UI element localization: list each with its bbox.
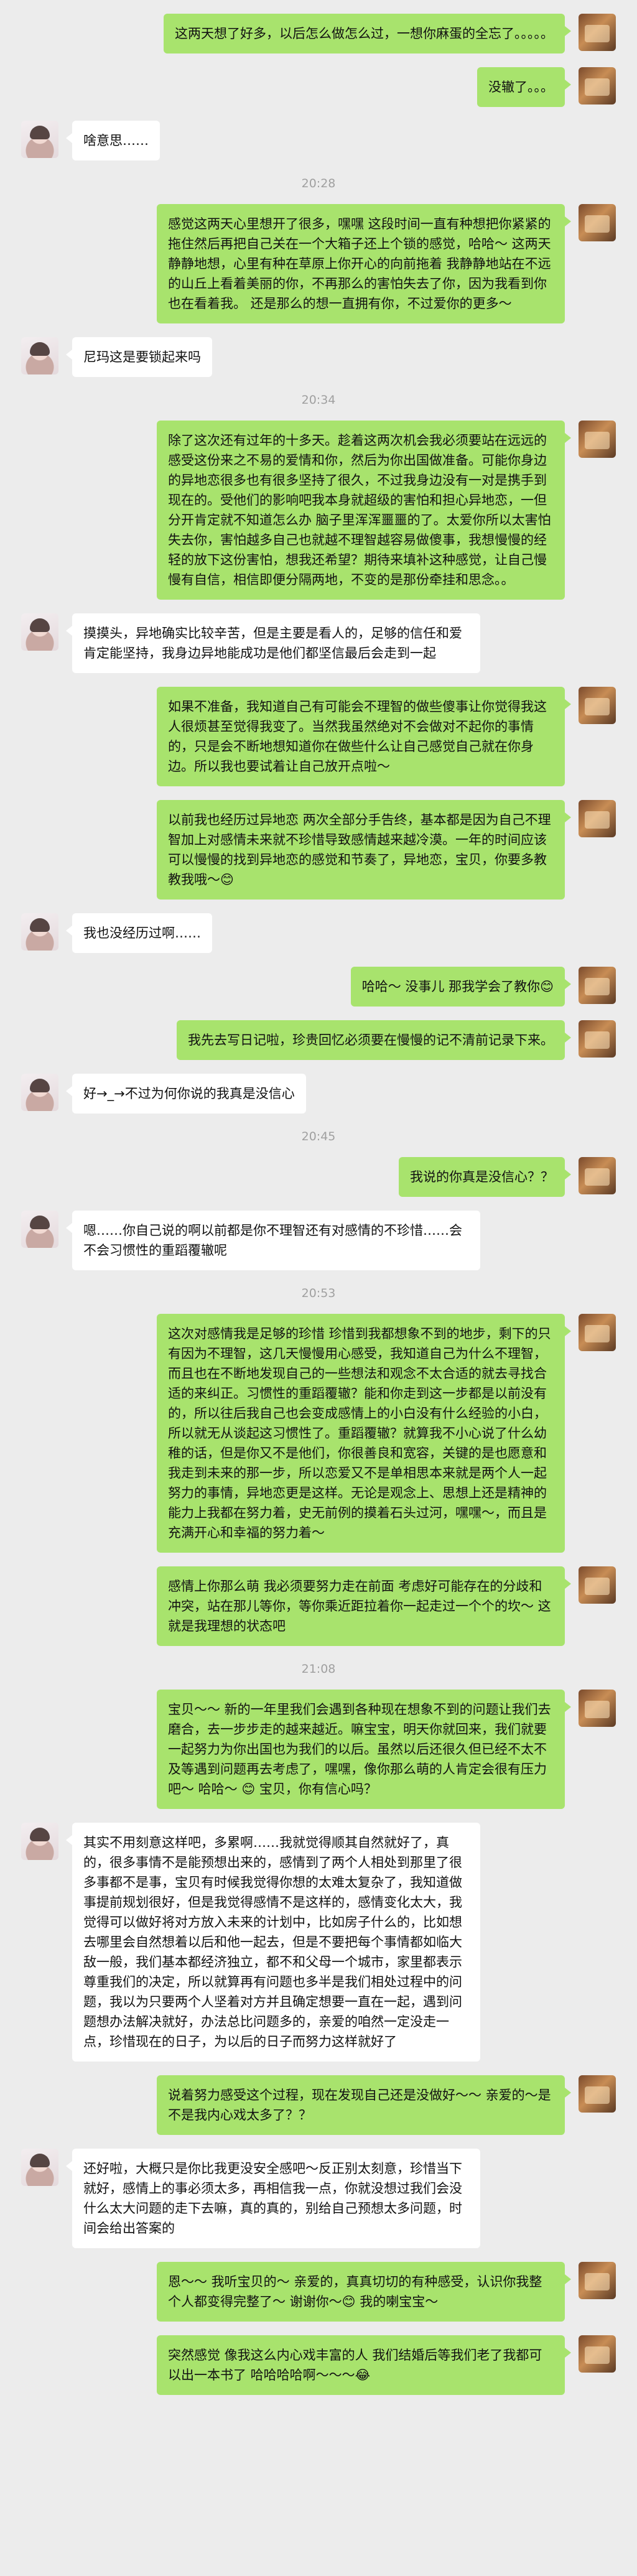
message-bubble[interactable]: 我也没经历过啊……	[66, 913, 212, 953]
outgoing-message: 感觉这两天心里想开了很多，嘿嘿 这段时间一直有种想把你紧紧的拖住然后再把自己关在…	[21, 204, 616, 323]
chat-history[interactable]: 这两天想了好多，以后怎么做怎么过，一想你麻蛋的全忘了。。。。。没辙了。。。啥意思…	[0, 0, 637, 2576]
outgoing-message: 这次对感情我是足够的珍惜 珍惜到我都想象不到的地步，剩下的只有因为不理智，这几天…	[21, 1314, 616, 1553]
incoming-message: 我也没经历过啊……	[21, 913, 616, 953]
my-avatar[interactable]	[579, 1157, 616, 1194]
my-avatar[interactable]	[579, 800, 616, 837]
outgoing-message: 恩～～ 我听宝贝的～ 亲爱的，真真切切的有种感受，认识你我整个人都变得完整了～ …	[21, 2262, 616, 2322]
outgoing-message: 我说的你真是没信心？？	[21, 1157, 616, 1197]
message-bubble[interactable]: 感情上你那么萌 我必须要努力走在前面 考虑好可能存在的分歧和冲突，站在那儿等你，…	[157, 1566, 571, 1646]
outgoing-message: 说着努力感受这个过程，现在发现自己还是没做好～～ 亲爱的～是不是我内心戏太多了？…	[21, 2075, 616, 2135]
message-bubble[interactable]: 这次对感情我是足够的珍惜 珍惜到我都想象不到的地步，剩下的只有因为不理智，这几天…	[157, 1314, 571, 1553]
outgoing-message: 如果不准备，我知道自己有可能会不理智的做些傻事让你觉得我这人很烦甚至觉得我变了。…	[21, 687, 616, 786]
timestamp: 21:08	[301, 1662, 336, 1676]
my-avatar[interactable]	[579, 967, 616, 1004]
contact-avatar[interactable]	[21, 1823, 58, 1860]
message-bubble[interactable]: 好→_→不过为何你说的我真是没信心	[66, 1074, 306, 1114]
incoming-message: 尼玛这是要锁起来吗	[21, 337, 616, 377]
my-avatar[interactable]	[579, 1566, 616, 1604]
outgoing-message: 这两天想了好多，以后怎么做怎么过，一想你麻蛋的全忘了。。。。。	[21, 14, 616, 53]
incoming-message: 其实不用刻意这样吧，多累啊……我就觉得顺其自然就好了，真的，很多事情不是能预想出…	[21, 1823, 616, 2062]
contact-avatar[interactable]	[21, 1211, 58, 1248]
message-bubble[interactable]: 以前我也经历过异地恋 两次全部分手告终，基本都是因为自己不理智加上对感情未来就不…	[157, 800, 571, 900]
my-avatar[interactable]	[579, 204, 616, 241]
message-bubble[interactable]: 恩～～ 我听宝贝的～ 亲爱的，真真切切的有种感受，认识你我整个人都变得完整了～ …	[157, 2262, 571, 2322]
outgoing-message: 以前我也经历过异地恋 两次全部分手告终，基本都是因为自己不理智加上对感情未来就不…	[21, 800, 616, 900]
message-bubble[interactable]: 说着努力感受这个过程，现在发现自己还是没做好～～ 亲爱的～是不是我内心戏太多了？…	[157, 2075, 571, 2135]
my-avatar[interactable]	[579, 14, 616, 51]
message-bubble[interactable]: 我先去写日记啦，珍贵回忆必须要在慢慢的记不清前记录下来。	[177, 1020, 571, 1060]
outgoing-message: 感情上你那么萌 我必须要努力走在前面 考虑好可能存在的分歧和冲突，站在那儿等你，…	[21, 1566, 616, 1646]
my-avatar[interactable]	[579, 1020, 616, 1058]
incoming-message: 还好啦，大概只是你比我更没安全感吧～反正别太刻意，珍惜当下就好，感情上的事必须太…	[21, 2149, 616, 2248]
message-bubble[interactable]: 尼玛这是要锁起来吗	[66, 337, 212, 377]
incoming-message: 嗯……你自己说的啊以前都是你不理智还有对感情的不珍惜……会不会习惯性的重蹈覆辙呢	[21, 1211, 616, 1270]
outgoing-message: 哈哈～ 没事儿 那我学会了教你😊	[21, 967, 616, 1007]
incoming-message: 摸摸头，异地确实比较辛苦，但是主要是看人的，足够的信任和爱肯定能坚持，我身边异地…	[21, 613, 616, 673]
message-bubble[interactable]: 除了这次还有过年的十多天。趁着这两次机会我必须要站在远远的感受这份来之不易的爱情…	[157, 421, 571, 600]
message-bubble[interactable]: 这两天想了好多，以后怎么做怎么过，一想你麻蛋的全忘了。。。。。	[164, 14, 571, 53]
message-bubble[interactable]: 摸摸头，异地确实比较辛苦，但是主要是看人的，足够的信任和爱肯定能坚持，我身边异地…	[66, 613, 480, 673]
my-avatar[interactable]	[579, 687, 616, 724]
outgoing-message: 没辙了。。。	[21, 67, 616, 107]
incoming-message: 好→_→不过为何你说的我真是没信心	[21, 1074, 616, 1114]
timestamp: 20:53	[301, 1286, 336, 1300]
my-avatar[interactable]	[579, 1690, 616, 1727]
my-avatar[interactable]	[579, 2335, 616, 2373]
message-bubble[interactable]: 我说的你真是没信心？？	[399, 1157, 571, 1197]
my-avatar[interactable]	[579, 2262, 616, 2299]
my-avatar[interactable]	[579, 1314, 616, 1351]
message-bubble[interactable]: 没辙了。。。	[477, 67, 571, 107]
message-bubble[interactable]: 突然感觉 像我这么内心戏丰富的人 我们结婚后等我们老了我都可以出一本书了 哈哈哈…	[157, 2335, 571, 2395]
my-avatar[interactable]	[579, 67, 616, 105]
message-bubble[interactable]: 感觉这两天心里想开了很多，嘿嘿 这段时间一直有种想把你紧紧的拖住然后再把自己关在…	[157, 204, 571, 323]
contact-avatar[interactable]	[21, 913, 58, 951]
message-bubble[interactable]: 哈哈～ 没事儿 那我学会了教你😊	[350, 967, 572, 1007]
contact-avatar[interactable]	[21, 337, 58, 374]
message-bubble[interactable]: 宝贝～～ 新的一年里我们会遇到各种现在想象不到的问题让我们去磨合，去一步步走的越…	[157, 1690, 571, 1809]
outgoing-message: 突然感觉 像我这么内心戏丰富的人 我们结婚后等我们老了我都可以出一本书了 哈哈哈…	[21, 2335, 616, 2395]
contact-avatar[interactable]	[21, 121, 58, 158]
timestamp: 20:34	[301, 393, 336, 407]
message-bubble[interactable]: 还好啦，大概只是你比我更没安全感吧～反正别太刻意，珍惜当下就好，感情上的事必须太…	[66, 2149, 480, 2248]
incoming-message: 啥意思……	[21, 121, 616, 160]
contact-avatar[interactable]	[21, 613, 58, 651]
timestamp: 20:45	[301, 1130, 336, 1143]
outgoing-message: 宝贝～～ 新的一年里我们会遇到各种现在想象不到的问题让我们去磨合，去一步步走的越…	[21, 1690, 616, 1809]
contact-avatar[interactable]	[21, 1074, 58, 1111]
message-bubble[interactable]: 啥意思……	[66, 121, 160, 160]
outgoing-message: 我先去写日记啦，珍贵回忆必须要在慢慢的记不清前记录下来。	[21, 1020, 616, 1060]
timestamp: 20:28	[301, 177, 336, 190]
message-bubble[interactable]: 嗯……你自己说的啊以前都是你不理智还有对感情的不珍惜……会不会习惯性的重蹈覆辙呢	[66, 1211, 480, 1270]
my-avatar[interactable]	[579, 2075, 616, 2113]
message-bubble[interactable]: 其实不用刻意这样吧，多累啊……我就觉得顺其自然就好了，真的，很多事情不是能预想出…	[66, 1823, 480, 2062]
contact-avatar[interactable]	[21, 2149, 58, 2186]
message-bubble[interactable]: 如果不准备，我知道自己有可能会不理智的做些傻事让你觉得我这人很烦甚至觉得我变了。…	[157, 687, 571, 786]
outgoing-message: 除了这次还有过年的十多天。趁着这两次机会我必须要站在远远的感受这份来之不易的爱情…	[21, 421, 616, 600]
my-avatar[interactable]	[579, 421, 616, 458]
